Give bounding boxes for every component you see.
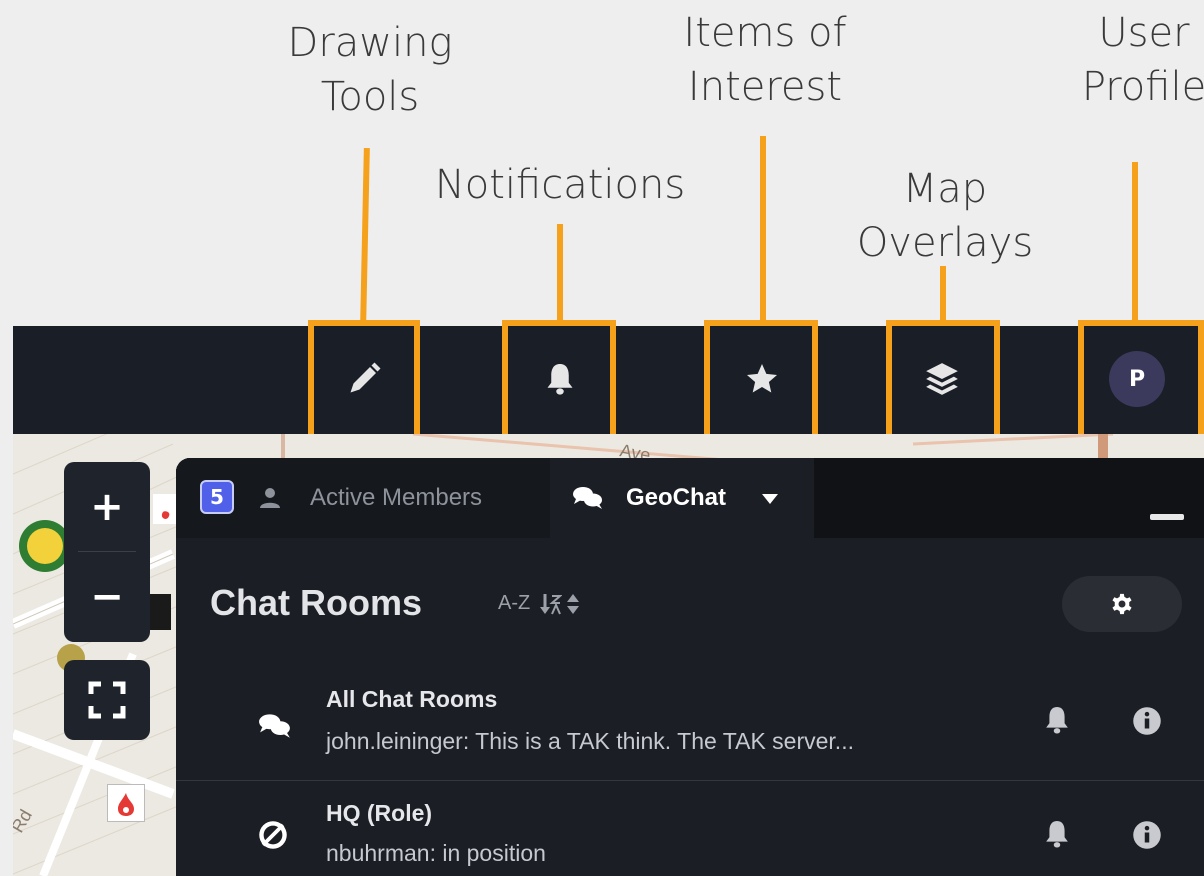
user-icon bbox=[260, 488, 280, 508]
list-item[interactable]: All Chat Rooms john.leininger: This is a… bbox=[176, 668, 1204, 780]
map-fire-marker[interactable] bbox=[107, 784, 145, 822]
sort-control[interactable]: A-Z bbox=[498, 588, 628, 620]
fullscreen-icon bbox=[88, 681, 126, 719]
role-slash-icon bbox=[259, 821, 287, 849]
bell-icon[interactable] bbox=[1044, 818, 1070, 850]
annotation-box-drawing-tools bbox=[308, 320, 420, 442]
sort-label: A-Z bbox=[498, 592, 531, 614]
minimize-button[interactable] bbox=[1150, 514, 1184, 520]
annotation-box-overlays bbox=[886, 320, 1000, 442]
chat-room-last-message: nbuhrman: in position bbox=[326, 840, 546, 866]
tab-active-members-label: Active Members bbox=[310, 484, 483, 511]
comments-icon bbox=[259, 714, 290, 738]
active-members-count-badge: 5 bbox=[200, 480, 234, 514]
info-icon[interactable] bbox=[1132, 820, 1162, 850]
comments-icon bbox=[573, 487, 602, 509]
fullscreen-button[interactable] bbox=[64, 660, 150, 740]
sort-alpha-down-icon bbox=[540, 594, 562, 615]
annotation-notifications: Notifications bbox=[434, 162, 686, 208]
annotation-items-of-interest: Items of Interest bbox=[683, 10, 847, 110]
tab-geochat[interactable]: GeoChat bbox=[550, 458, 814, 538]
zoom-in-button[interactable]: + bbox=[64, 462, 150, 552]
chat-room-title: All Chat Rooms bbox=[326, 686, 498, 712]
bell-icon[interactable] bbox=[1044, 704, 1070, 736]
tab-active-members[interactable]: 5 Active Members bbox=[176, 458, 550, 538]
geochat-panel: 5 Active Members GeoChat Chat Rooms A-Z bbox=[176, 458, 1204, 876]
zoom-control: + − bbox=[64, 462, 150, 642]
annotation-line-overlays bbox=[940, 266, 946, 324]
zoom-out-button[interactable]: − bbox=[64, 552, 150, 642]
gear-icon bbox=[1112, 593, 1132, 615]
flame-icon bbox=[118, 793, 134, 816]
sort-icon bbox=[567, 594, 579, 614]
caret-down-icon[interactable] bbox=[762, 494, 778, 504]
list-item[interactable]: HQ (Role) nbuhrman: in position bbox=[176, 780, 1204, 876]
annotation-box-items bbox=[704, 320, 818, 442]
annotation-user-profile: User Profile bbox=[1081, 10, 1204, 110]
annotation-area: Drawing Tools Notifications Items of Int… bbox=[0, 0, 1204, 326]
tab-geochat-label: GeoChat bbox=[626, 484, 727, 511]
annotation-box-notifications bbox=[502, 320, 616, 442]
annotation-line-drawing-tools bbox=[360, 147, 370, 325]
annotation-line-items bbox=[760, 136, 766, 324]
settings-button[interactable] bbox=[1062, 576, 1182, 632]
chat-room-title: HQ (Role) bbox=[326, 800, 433, 826]
annotation-box-profile bbox=[1078, 320, 1204, 442]
annotation-map-overlays: Map Overlays bbox=[856, 166, 1034, 266]
annotation-line-notifications bbox=[557, 224, 563, 324]
annotation-drawing-tools: Drawing Tools bbox=[287, 20, 453, 120]
chat-room-last-message: john.leininger: This is a TAK think. The… bbox=[326, 728, 854, 754]
info-icon[interactable] bbox=[1132, 706, 1162, 736]
annotation-line-profile bbox=[1132, 162, 1138, 324]
page-title: Chat Rooms bbox=[210, 582, 423, 623]
